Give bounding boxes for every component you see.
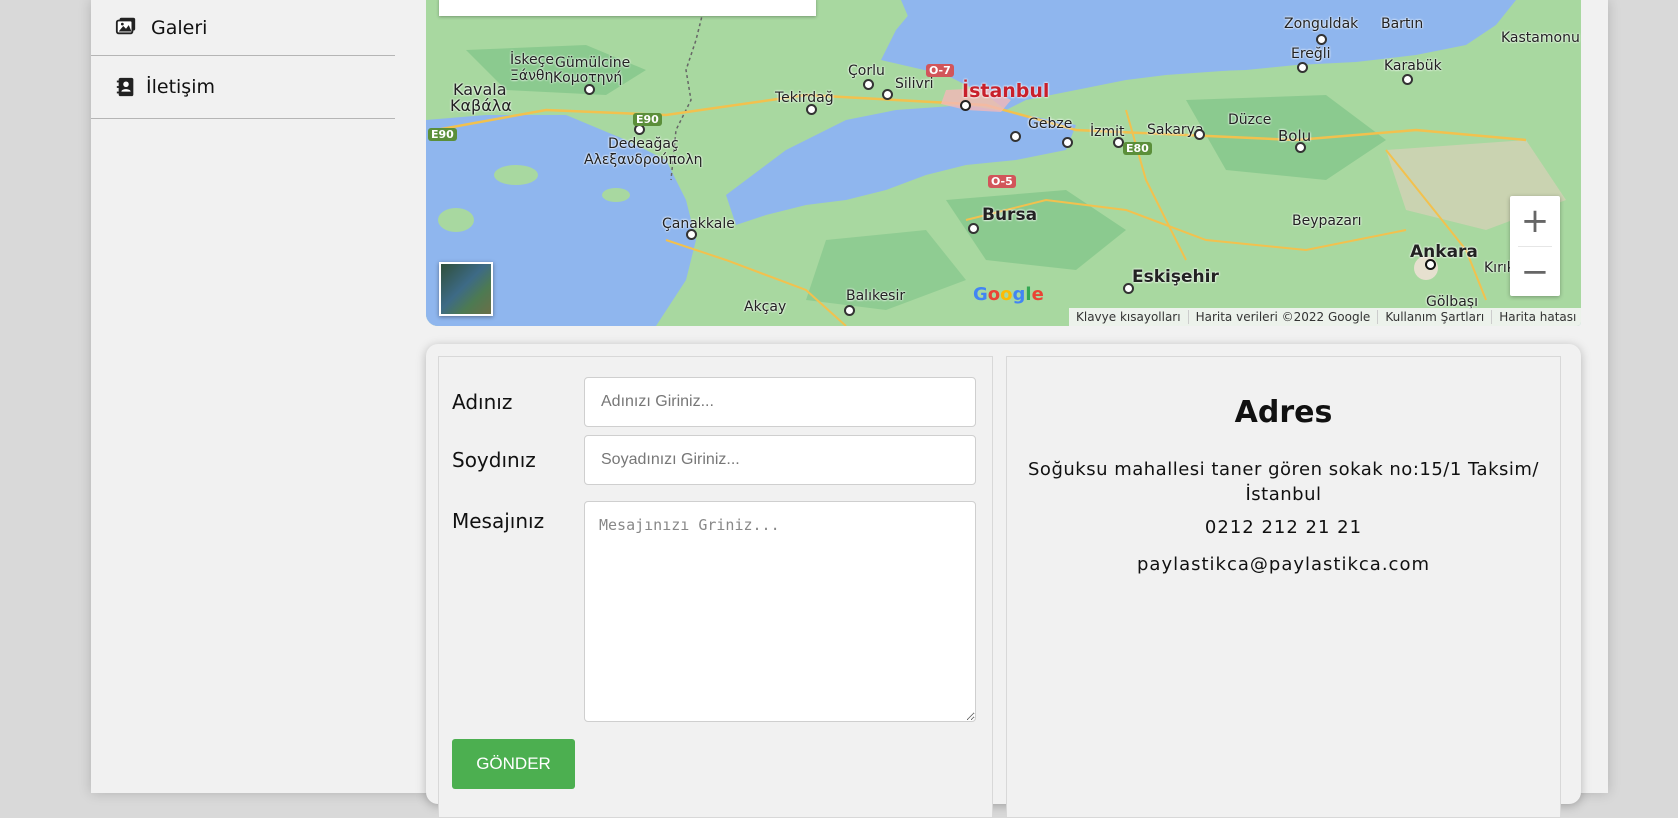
map-label: Zonguldak (1284, 16, 1359, 32)
google-logo: Google (973, 284, 1044, 305)
sidebar-item-gallery[interactable]: Galeri (91, 0, 395, 56)
map-label: Karabük (1384, 58, 1442, 74)
zoom-controls: + − (1510, 196, 1560, 296)
city-marker (584, 84, 595, 95)
map-label: Ereğli (1291, 46, 1331, 62)
message-textarea[interactable] (584, 501, 976, 722)
images-icon (115, 17, 136, 35)
map-label: Gebze (1028, 116, 1073, 132)
map-label: Çorlu (848, 63, 885, 79)
email-address: paylastikca@paylastikca.com (1136, 554, 1431, 575)
map-label: Kastamonu (1501, 30, 1580, 46)
sidebar: Galeri İletişim (91, 0, 395, 119)
city-marker (1297, 62, 1308, 73)
report-error-link[interactable]: Harita hatası bildirin (1492, 310, 1581, 324)
map-info-box (439, 0, 816, 16)
city-marker (686, 229, 697, 240)
city-marker (844, 305, 855, 316)
map-label: Ξάνθη (510, 68, 554, 84)
map-label: Bartın (1381, 16, 1424, 32)
name-label: Adınız (452, 390, 513, 414)
map-label: Akçay (744, 299, 787, 315)
road-shield: O-7 (926, 64, 954, 77)
city-marker (1062, 137, 1073, 148)
city-marker (863, 79, 874, 90)
page: Galeri İletişim Zonguldak Bartın Kastamo… (91, 0, 1608, 818)
city-marker (968, 223, 979, 234)
map-attribution: Klavye kısayolları Harita verileri ©2022… (1069, 308, 1581, 326)
zoom-out-button[interactable]: − (1510, 247, 1560, 297)
phone-number: 0212 212 21 21 (1204, 517, 1363, 538)
map-data-text: Harita verileri ©2022 Google (1189, 310, 1379, 324)
map-label: Bursa (982, 205, 1038, 225)
map-label: Beypazarı (1292, 213, 1362, 229)
send-button[interactable]: GÖNDER (452, 739, 575, 789)
satellite-toggle-button[interactable] (439, 262, 493, 316)
surname-input[interactable] (584, 435, 976, 485)
map-label: Balıkesir (846, 288, 906, 304)
road-shield: E80 (1123, 142, 1152, 155)
map-label: Αλεξανδρούπολη (584, 152, 703, 168)
map-label: Silivri (895, 76, 934, 92)
city-marker (1194, 129, 1205, 140)
road-shield: E90 (633, 113, 662, 126)
map-label: Ankara (1410, 242, 1478, 262)
city-marker (1010, 131, 1021, 142)
contact-panel: Adınız Soydınız Mesajınız GÖNDER Adres S… (426, 344, 1581, 818)
map-label: Tekirdağ (775, 90, 834, 106)
city-marker (1123, 283, 1134, 294)
map-label: Bolu (1278, 127, 1312, 145)
terms-link[interactable]: Kullanım Şartları (1378, 310, 1493, 324)
surname-label: Soydınız (452, 448, 536, 472)
city-marker (960, 100, 971, 111)
city-marker (882, 89, 893, 100)
map-label: Καβάλα (450, 96, 512, 115)
address-title: Adres (1234, 395, 1333, 430)
map-label: Düzce (1228, 112, 1272, 128)
map-label-istanbul: İstanbul (962, 80, 1050, 102)
sidebar-item-label: Galeri (151, 16, 208, 39)
contact-book-icon (116, 77, 134, 97)
message-label: Mesajınız (452, 509, 545, 533)
map-label: Çanakkale (662, 216, 735, 232)
map-label: Eskişehir (1132, 267, 1219, 287)
city-marker (1402, 74, 1413, 85)
name-input[interactable] (584, 377, 976, 427)
city-marker (806, 104, 817, 115)
contact-form: Adınız Soydınız Mesajınız GÖNDER (438, 356, 993, 818)
city-marker (1295, 142, 1306, 153)
map-label: Dedeağaç (608, 136, 679, 152)
city-marker (1425, 259, 1436, 270)
city-marker (1316, 34, 1327, 45)
road-shield: O-5 (988, 175, 1016, 188)
zoom-in-button[interactable]: + (1510, 196, 1560, 246)
map-label: İskeçe (510, 52, 554, 68)
sidebar-item-contact[interactable]: İletişim (91, 56, 395, 119)
address-text: Soğuksu mahallesi taner gören sokak no:1… (1028, 459, 1539, 505)
address-box: Adres Soğuksu mahallesi taner gören soka… (1006, 356, 1561, 818)
map-label: Gümülcine (555, 55, 631, 71)
road-shield: E90 (428, 128, 457, 141)
map[interactable]: Zonguldak Bartın Kastamonu Ereğli Karabü… (426, 0, 1581, 326)
sidebar-item-label: İletişim (146, 76, 215, 98)
keyboard-shortcuts-link[interactable]: Klavye kısayolları (1069, 310, 1189, 324)
